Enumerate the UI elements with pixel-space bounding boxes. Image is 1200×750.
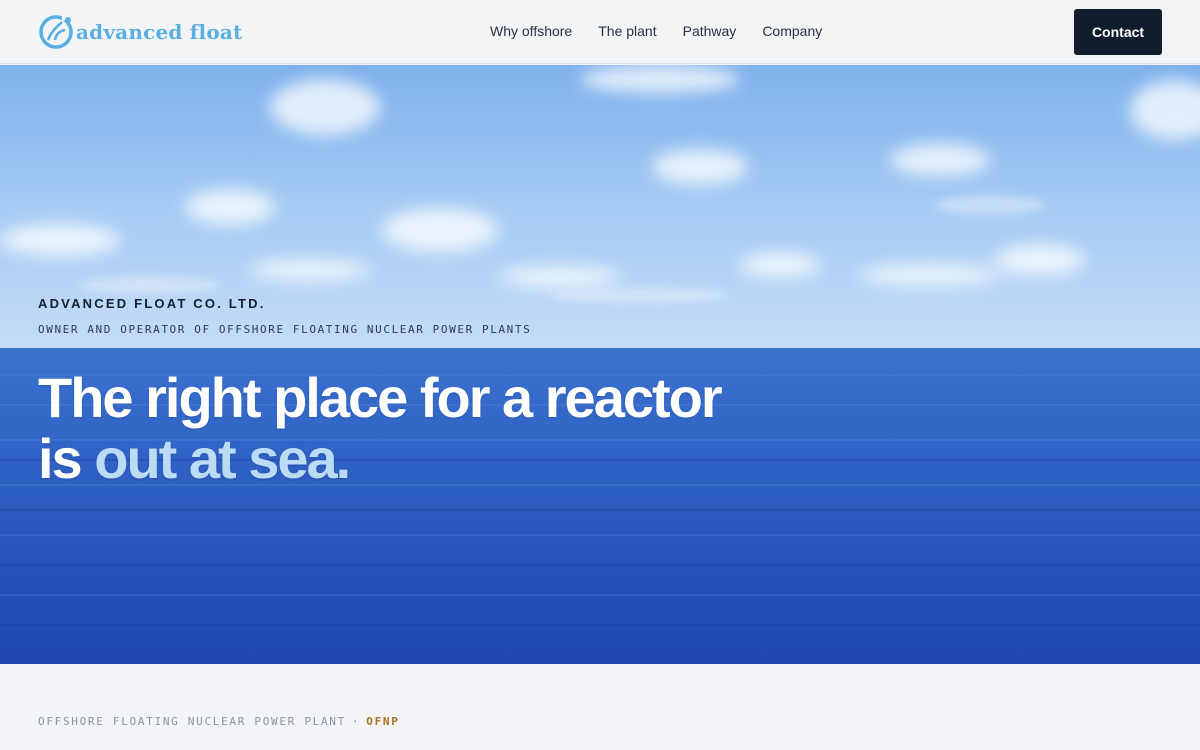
section-label-text: OFFSHORE FLOATING NUCLEAR POWER PLANT xyxy=(38,715,346,728)
company-tagline: OWNER AND OPERATOR OF OFFSHORE FLOATING … xyxy=(38,323,532,336)
nav-link-company[interactable]: Company xyxy=(762,22,822,40)
brand-logo[interactable]: advanced float xyxy=(38,12,242,52)
nav-link-why-offshore[interactable]: Why offshore xyxy=(490,22,572,40)
nav-link-pathway[interactable]: Pathway xyxy=(683,22,737,40)
company-eyebrow: ADVANCED FLOAT CO. LTD. xyxy=(38,296,266,311)
hero-section: ADVANCED FLOAT CO. LTD. OWNER AND OPERAT… xyxy=(0,65,1200,664)
section-intro: OFFSHORE FLOATING NUCLEAR POWER PLANT · OF… xyxy=(0,664,1200,750)
site-header: advanced float Why offshore The plant Pa… xyxy=(0,0,1200,64)
main-nav: Why offshore The plant Pathway Company xyxy=(490,22,822,40)
headline-accent: out at sea. xyxy=(94,427,351,490)
nav-link-the-plant[interactable]: The plant xyxy=(598,22,656,40)
section-label-code: OFNP xyxy=(366,715,400,728)
logo-mark-icon xyxy=(39,15,73,49)
section-label-separator: · xyxy=(351,715,361,728)
section-label: OFFSHORE FLOATING NUCLEAR POWER PLANT · OF… xyxy=(38,715,400,728)
logo-text: advanced float xyxy=(76,20,243,44)
contact-button[interactable]: Contact xyxy=(1074,9,1162,55)
hero-headline: The right place for a reactor is out at … xyxy=(38,367,738,489)
ocean-horizon-photo xyxy=(0,65,1200,664)
